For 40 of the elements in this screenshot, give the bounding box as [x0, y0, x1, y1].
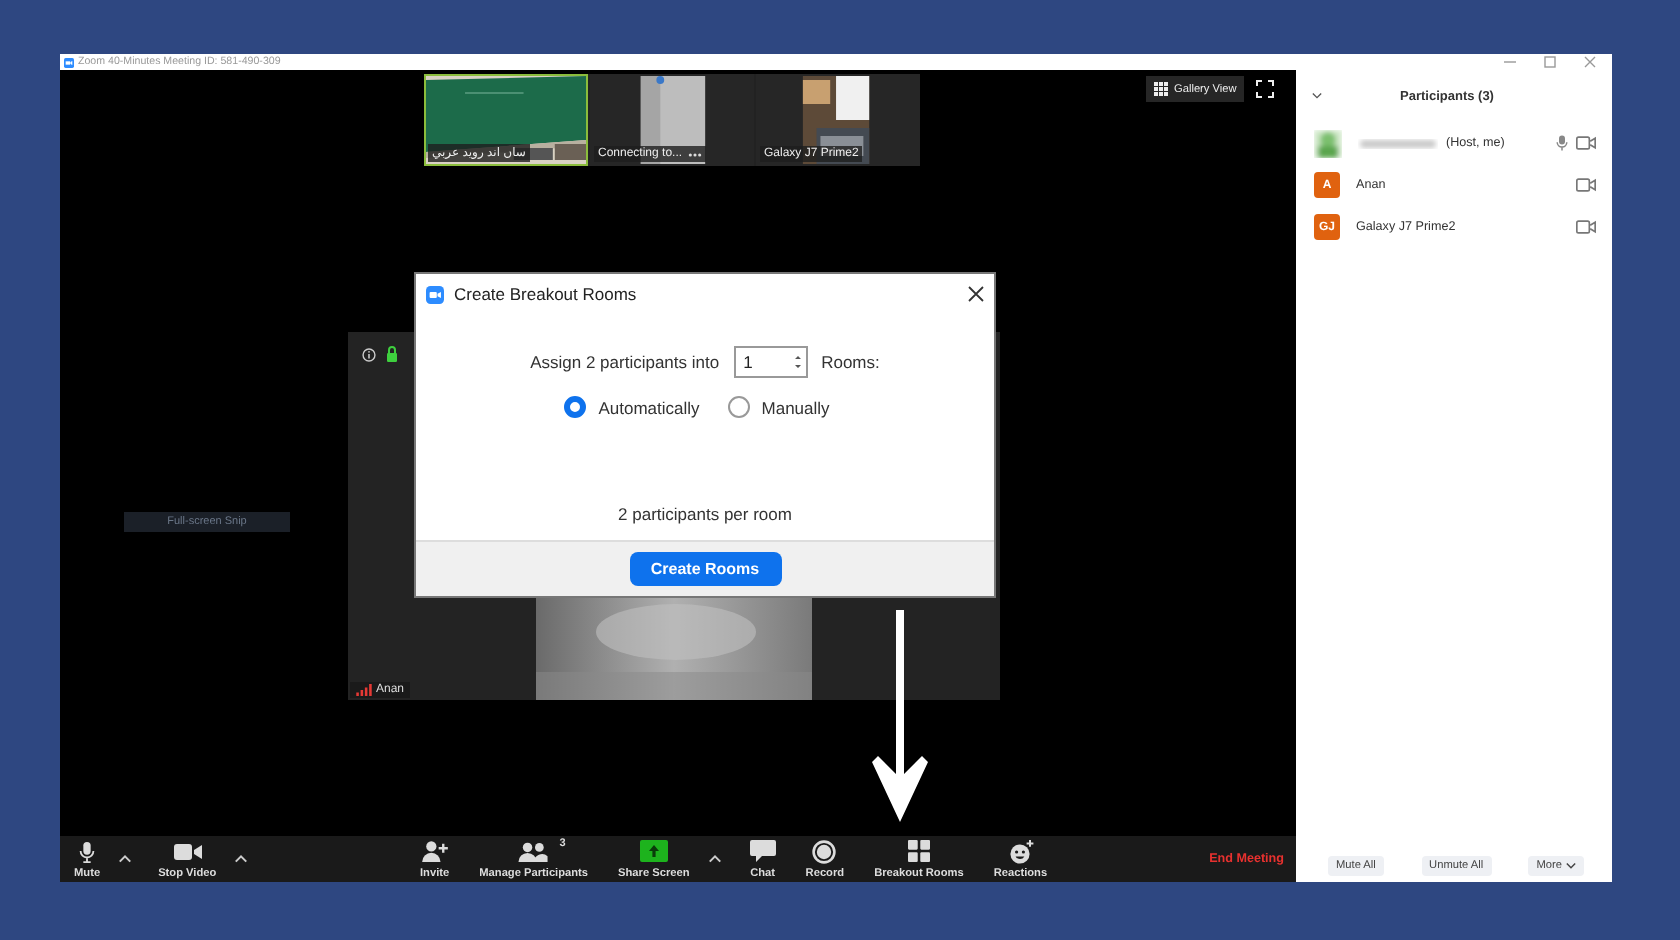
caret-button[interactable]: [116, 850, 135, 868]
speech-bubble-icon: [749, 839, 776, 863]
blurred-name-drawing: [1358, 135, 1438, 151]
more-icon[interactable]: [688, 151, 703, 157]
add-person-icon: [421, 840, 448, 862]
video-camera-icon[interactable]: [1576, 220, 1596, 234]
maximize-icon[interactable]: [1544, 56, 1556, 68]
radio-option[interactable]: Automatically: [564, 396, 700, 418]
record-icon: [812, 839, 837, 863]
close-icon[interactable]: [968, 286, 984, 302]
chevron-icon[interactable]: [1312, 92, 1322, 100]
caret-icon: [234, 854, 249, 864]
caret-icon: [118, 854, 133, 864]
caret-icon: [707, 854, 722, 864]
app-logo-icon: [426, 285, 444, 303]
assign-label: Assign 2 participants into: [530, 352, 720, 372]
dialog-title: Create Breakout Rooms: [454, 284, 639, 304]
people-icon: [518, 841, 549, 861]
radio-button[interactable]: [727, 396, 750, 418]
video-camera-icon[interactable]: [1576, 136, 1596, 150]
summary-text: 2 participants per room: [618, 504, 792, 524]
caret-button[interactable]: [232, 850, 251, 868]
rooms-label: Rooms:: [821, 352, 880, 372]
stepper-arrows-icon[interactable]: [793, 352, 802, 372]
rooms-number-field[interactable]: 1: [733, 346, 808, 378]
grid-icon: [1154, 82, 1168, 96]
signal-bars-icon: [356, 684, 372, 696]
lock-icon[interactable]: [386, 346, 398, 362]
radio-option[interactable]: Manually: [727, 396, 830, 418]
video-camera-icon: [173, 841, 202, 861]
caret-button[interactable]: [705, 850, 724, 868]
video-camera-icon[interactable]: [1576, 178, 1596, 192]
create-rooms-button[interactable]: Create Rooms: [629, 552, 781, 586]
share-screen-icon: [639, 840, 668, 862]
info-icon[interactable]: [362, 347, 376, 361]
microphone-icon[interactable]: [1556, 134, 1568, 152]
radio-button[interactable]: [564, 396, 587, 418]
grid-icon: [907, 840, 930, 862]
microphone-icon: [76, 839, 99, 863]
fullscreen-icon[interactable]: [1256, 80, 1275, 98]
